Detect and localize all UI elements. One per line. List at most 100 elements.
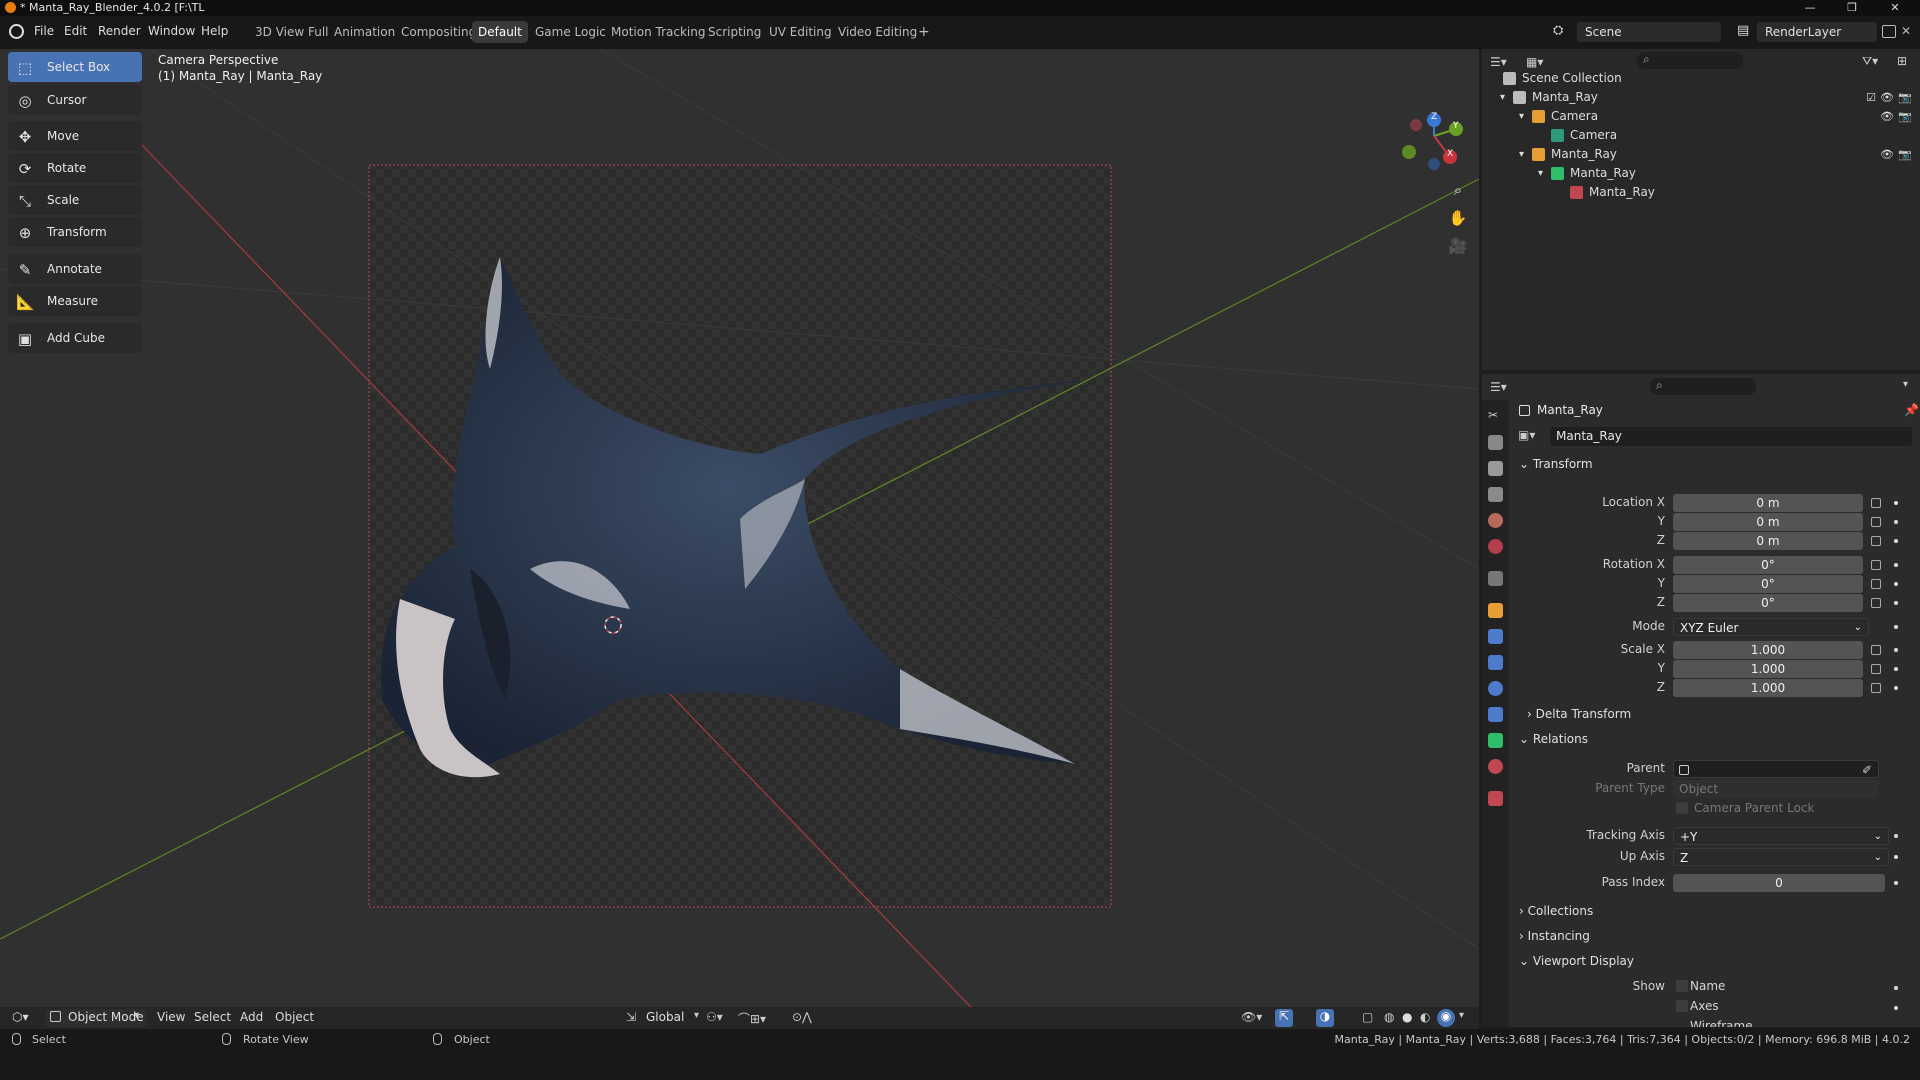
up-axis-dropdown[interactable]: Z ⌄: [1673, 848, 1889, 866]
render-camera-icon[interactable]: 📷: [1898, 107, 1912, 126]
menu-select[interactable]: Select: [194, 1010, 231, 1024]
camera-view-icon[interactable]: 🎥: [1445, 233, 1471, 259]
menu-help[interactable]: Help: [201, 24, 228, 38]
render-layer-selector[interactable]: RenderLayer: [1757, 22, 1877, 42]
outliner-row[interactable]: ▾ Manta_Ray: [1482, 164, 1920, 183]
lock-icon[interactable]: [1871, 517, 1881, 527]
render-camera-icon[interactable]: 📷: [1898, 145, 1912, 164]
properties-search-input[interactable]: ⌕: [1650, 378, 1756, 395]
lock-icon[interactable]: [1871, 664, 1881, 674]
workspace-tab-uv-editing[interactable]: UV Editing: [763, 21, 838, 43]
disclosure-triangle-icon[interactable]: ▾: [1500, 88, 1505, 107]
outliner-row[interactable]: Manta_Ray: [1482, 183, 1920, 202]
keyframe-dot-icon[interactable]: [1894, 582, 1898, 586]
material-tab-icon[interactable]: [1488, 759, 1503, 774]
lock-icon[interactable]: [1871, 579, 1881, 589]
tool-scale[interactable]: ⤡ Scale: [8, 185, 142, 215]
tool-tab-icon[interactable]: ✂: [1488, 408, 1503, 423]
tool-rotate[interactable]: ⟳ Rotate: [8, 153, 142, 183]
gizmo-z-label[interactable]: Z: [1431, 112, 1437, 122]
keyframe-dot-icon[interactable]: [1894, 986, 1898, 990]
section-viewport-display[interactable]: ⌄ Viewport Display: [1515, 950, 1915, 972]
proportional-edit-icon[interactable]: ⊙⋀: [792, 1010, 812, 1024]
gizmo-x-label[interactable]: X: [1447, 149, 1453, 159]
zoom-icon[interactable]: ⌕: [1445, 177, 1471, 203]
tool-measure[interactable]: 📐 Measure: [8, 286, 142, 316]
3d-viewport[interactable]: Z Y X ⌕ ✋ 🎥 Camera Perspective (1) Manta…: [0, 49, 1479, 1027]
outliner-editor-icon[interactable]: ☰▾: [1490, 55, 1507, 69]
rendered-shading-icon[interactable]: ◉: [1437, 1009, 1455, 1027]
shading-options-icon[interactable]: ▾: [1459, 1010, 1464, 1021]
scene-icon[interactable]: ⛭: [1553, 23, 1575, 41]
display-mode-icon[interactable]: ▦▾: [1526, 55, 1543, 69]
tool-add-cube[interactable]: ▣ Add Cube: [8, 323, 142, 353]
workspace-tab-default[interactable]: Default: [472, 21, 528, 43]
menu-render[interactable]: Render: [98, 24, 141, 38]
location-y-field[interactable]: 0 m: [1673, 513, 1863, 531]
menu-object[interactable]: Object: [275, 1010, 314, 1024]
pivot-icon[interactable]: ⚇▾: [706, 1010, 723, 1024]
keyframe-dot-icon[interactable]: [1894, 539, 1898, 543]
object-browse-icon[interactable]: ▣▾: [1518, 428, 1548, 446]
location-x-field[interactable]: 0 m: [1673, 494, 1863, 512]
tracking-axis-dropdown[interactable]: +Y ⌄: [1673, 827, 1889, 845]
world-tab-icon[interactable]: [1488, 539, 1503, 554]
menu-file[interactable]: File: [34, 24, 54, 38]
menu-window[interactable]: Window: [148, 24, 195, 38]
gizmo-toggle-icon[interactable]: ⇱: [1275, 1009, 1293, 1027]
render-tab-icon[interactable]: [1488, 435, 1503, 450]
constraints-tab-icon[interactable]: [1488, 707, 1503, 722]
properties-editor-icon[interactable]: ☰▾: [1490, 380, 1507, 394]
collection-tab-icon[interactable]: [1488, 571, 1503, 586]
scene-selector[interactable]: Scene: [1577, 22, 1721, 42]
section-collections[interactable]: › Collections: [1515, 900, 1915, 922]
location-z-field[interactable]: 0 m: [1673, 532, 1863, 550]
outliner-row[interactable]: ▾ Manta_Ray ☑ 👁 📷: [1482, 88, 1920, 107]
render-camera-icon[interactable]: 📷: [1898, 88, 1912, 107]
view-layer-tab-icon[interactable]: [1488, 487, 1503, 502]
keyframe-dot-icon[interactable]: [1894, 501, 1898, 505]
options-chevron-icon[interactable]: ▾: [1903, 379, 1908, 390]
tool-cursor[interactable]: ◎ Cursor: [8, 85, 142, 115]
gizmo-y-label[interactable]: Y: [1453, 121, 1459, 131]
lock-icon[interactable]: [1871, 560, 1881, 570]
scale-y-field[interactable]: 1.000: [1673, 660, 1863, 678]
keyframe-dot-icon[interactable]: [1894, 855, 1898, 859]
rotation-mode-dropdown[interactable]: XYZ Euler ⌄: [1673, 618, 1869, 636]
visibility-eye-icon[interactable]: 👁: [1880, 88, 1894, 107]
keyframe-dot-icon[interactable]: [1894, 648, 1898, 652]
scale-x-field[interactable]: 1.000: [1673, 641, 1863, 659]
new-collection-icon[interactable]: ⊞: [1897, 54, 1907, 68]
section-delta-transform[interactable]: › Delta Transform: [1527, 703, 1920, 725]
outliner-row[interactable]: ▾ Camera 👁 📷: [1482, 107, 1920, 126]
eyedropper-icon[interactable]: ✐: [1862, 761, 1872, 779]
add-workspace-button[interactable]: +: [912, 21, 936, 43]
object-tab-icon[interactable]: [1488, 603, 1503, 618]
rotation-x-field[interactable]: 0°: [1673, 556, 1863, 574]
particles-tab-icon[interactable]: [1488, 655, 1503, 670]
solid-shading-icon[interactable]: ●: [1402, 1010, 1412, 1024]
scale-z-field[interactable]: 1.000: [1673, 679, 1863, 697]
tool-select-box[interactable]: ⬚ Select Box: [8, 52, 142, 82]
minimize-button[interactable]: —: [1795, 0, 1825, 16]
object-name-field[interactable]: Manta_Ray: [1550, 427, 1912, 446]
output-tab-icon[interactable]: [1488, 461, 1503, 476]
new-layer-icon[interactable]: [1882, 25, 1896, 38]
workspace-tab-video-editing[interactable]: Video Editing: [832, 21, 923, 43]
lock-icon[interactable]: [1871, 683, 1881, 693]
blender-menu-icon[interactable]: [9, 24, 24, 39]
menu-edit[interactable]: Edit: [64, 24, 87, 38]
rotation-z-field[interactable]: 0°: [1673, 594, 1863, 612]
overlay-toggle-icon[interactable]: ◑: [1316, 1009, 1334, 1027]
keyframe-dot-icon[interactable]: [1894, 1006, 1898, 1010]
visibility-eye-icon[interactable]: 👁: [1880, 145, 1894, 164]
wireframe-shading-icon[interactable]: ◍: [1384, 1010, 1394, 1024]
workspace-tab-motion-tracking[interactable]: Motion Tracking: [605, 21, 711, 43]
keyframe-dot-icon[interactable]: [1894, 834, 1898, 838]
outliner-row[interactable]: ▾ Manta_Ray 👁 📷: [1482, 145, 1920, 164]
keyframe-dot-icon[interactable]: [1894, 881, 1898, 885]
modifiers-tab-icon[interactable]: [1488, 629, 1503, 644]
mode-dropdown[interactable]: Object Mode ▾: [46, 1009, 146, 1027]
workspace-tab-3d-view-full[interactable]: 3D View Full: [249, 21, 335, 43]
tool-transform[interactable]: ⊕ Transform: [8, 217, 142, 247]
